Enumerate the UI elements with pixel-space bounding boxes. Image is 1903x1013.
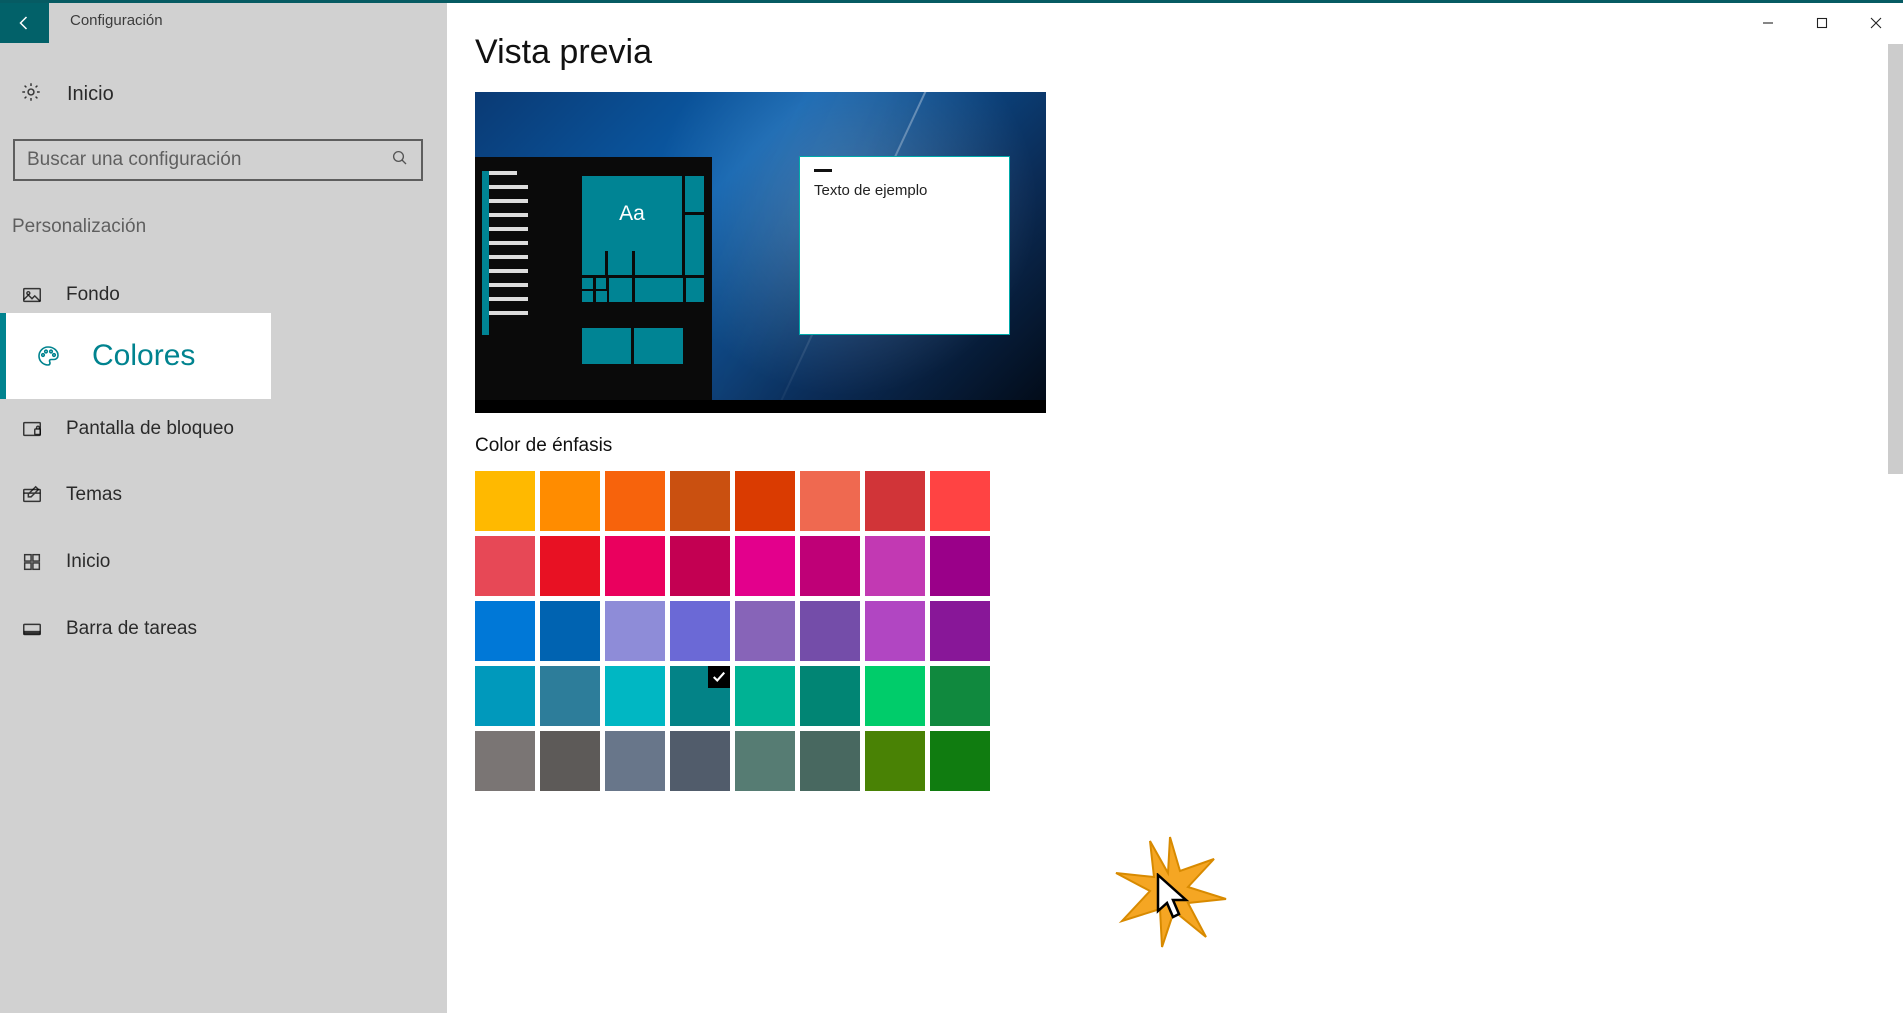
sidebar-item-colores[interactable]: Colores (0, 313, 271, 399)
color-swatch[interactable] (735, 666, 795, 726)
color-swatch[interactable] (540, 471, 600, 531)
color-swatch[interactable] (475, 471, 535, 531)
color-swatch[interactable] (540, 601, 600, 661)
color-swatch[interactable] (670, 601, 730, 661)
color-swatch[interactable] (475, 601, 535, 661)
preview-sample-text: Texto de ejemplo (814, 182, 995, 199)
sidebar-item-inicio[interactable]: Inicio (0, 535, 447, 589)
color-swatch[interactable] (865, 536, 925, 596)
settings-sidebar: Configuración Inicio Buscar una configur… (0, 3, 447, 1013)
window-chrome-area (1490, 3, 1903, 1013)
color-swatch[interactable] (540, 536, 600, 596)
color-swatch[interactable] (735, 601, 795, 661)
arrow-left-icon (16, 14, 34, 32)
sidebar-item-label: Fondo (66, 284, 120, 306)
home-label: Inicio (67, 83, 114, 106)
color-swatch[interactable] (735, 731, 795, 791)
sidebar-item-label: Inicio (66, 551, 110, 573)
theme-preview: Aa Texto de ejemplo (475, 92, 1046, 413)
back-button[interactable] (0, 3, 49, 43)
color-swatch[interactable] (930, 666, 990, 726)
color-swatch[interactable] (800, 601, 860, 661)
taskbar-icon (20, 617, 44, 641)
color-swatch[interactable] (605, 666, 665, 726)
scrollbar-track[interactable] (1888, 3, 1903, 1013)
color-swatch[interactable] (605, 601, 665, 661)
accent-color-grid (475, 471, 995, 791)
color-swatch[interactable] (670, 471, 730, 531)
sidebar-item-temas[interactable]: Temas (0, 468, 447, 522)
search-icon (391, 149, 409, 172)
gear-icon (20, 81, 42, 108)
home-nav[interactable]: Inicio (20, 81, 114, 108)
preview-window: Texto de ejemplo (799, 156, 1010, 335)
search-input[interactable]: Buscar una configuración (13, 139, 423, 181)
content-panel: Vista previa Aa (447, 3, 1490, 1013)
color-swatch[interactable] (735, 536, 795, 596)
check-icon (708, 666, 730, 688)
accent-heading: Color de énfasis (475, 435, 1462, 457)
scrollbar-thumb[interactable] (1888, 44, 1903, 474)
image-icon (20, 283, 44, 307)
color-swatch[interactable] (800, 731, 860, 791)
window-title: Configuración (70, 12, 163, 29)
color-swatch[interactable] (475, 731, 535, 791)
preview-heading: Vista previa (475, 33, 1462, 72)
color-swatch[interactable] (735, 471, 795, 531)
color-swatch[interactable] (670, 666, 730, 726)
sidebar-item-bloqueo[interactable]: Pantalla de bloqueo (0, 402, 447, 456)
color-swatch[interactable] (800, 666, 860, 726)
sidebar-item-barra[interactable]: Barra de tareas (0, 602, 447, 656)
sidebar-item-label: Colores (92, 339, 195, 373)
color-swatch[interactable] (800, 471, 860, 531)
palette-icon (36, 344, 60, 368)
color-swatch[interactable] (670, 536, 730, 596)
sidebar-item-label: Pantalla de bloqueo (66, 418, 234, 440)
color-swatch[interactable] (605, 731, 665, 791)
maximize-button[interactable] (1795, 3, 1849, 43)
color-swatch[interactable] (930, 601, 990, 661)
color-swatch[interactable] (605, 536, 665, 596)
color-swatch[interactable] (670, 731, 730, 791)
color-swatch[interactable] (605, 471, 665, 531)
color-swatch[interactable] (800, 536, 860, 596)
color-swatch[interactable] (930, 731, 990, 791)
start-icon (20, 550, 44, 574)
sidebar-item-label: Temas (66, 484, 122, 506)
color-swatch[interactable] (540, 731, 600, 791)
search-placeholder: Buscar una configuración (27, 149, 391, 171)
sidebar-item-label: Barra de tareas (66, 618, 197, 640)
minimize-button[interactable] (1741, 3, 1795, 43)
lock-screen-icon (20, 417, 44, 441)
color-swatch[interactable] (930, 536, 990, 596)
color-swatch[interactable] (865, 666, 925, 726)
color-swatch[interactable] (540, 666, 600, 726)
color-swatch[interactable] (865, 471, 925, 531)
color-swatch[interactable] (475, 666, 535, 726)
color-swatch[interactable] (475, 536, 535, 596)
color-swatch[interactable] (865, 731, 925, 791)
color-swatch[interactable] (930, 471, 990, 531)
section-heading: Personalización (12, 216, 146, 238)
color-swatch[interactable] (865, 601, 925, 661)
themes-icon (20, 483, 44, 507)
